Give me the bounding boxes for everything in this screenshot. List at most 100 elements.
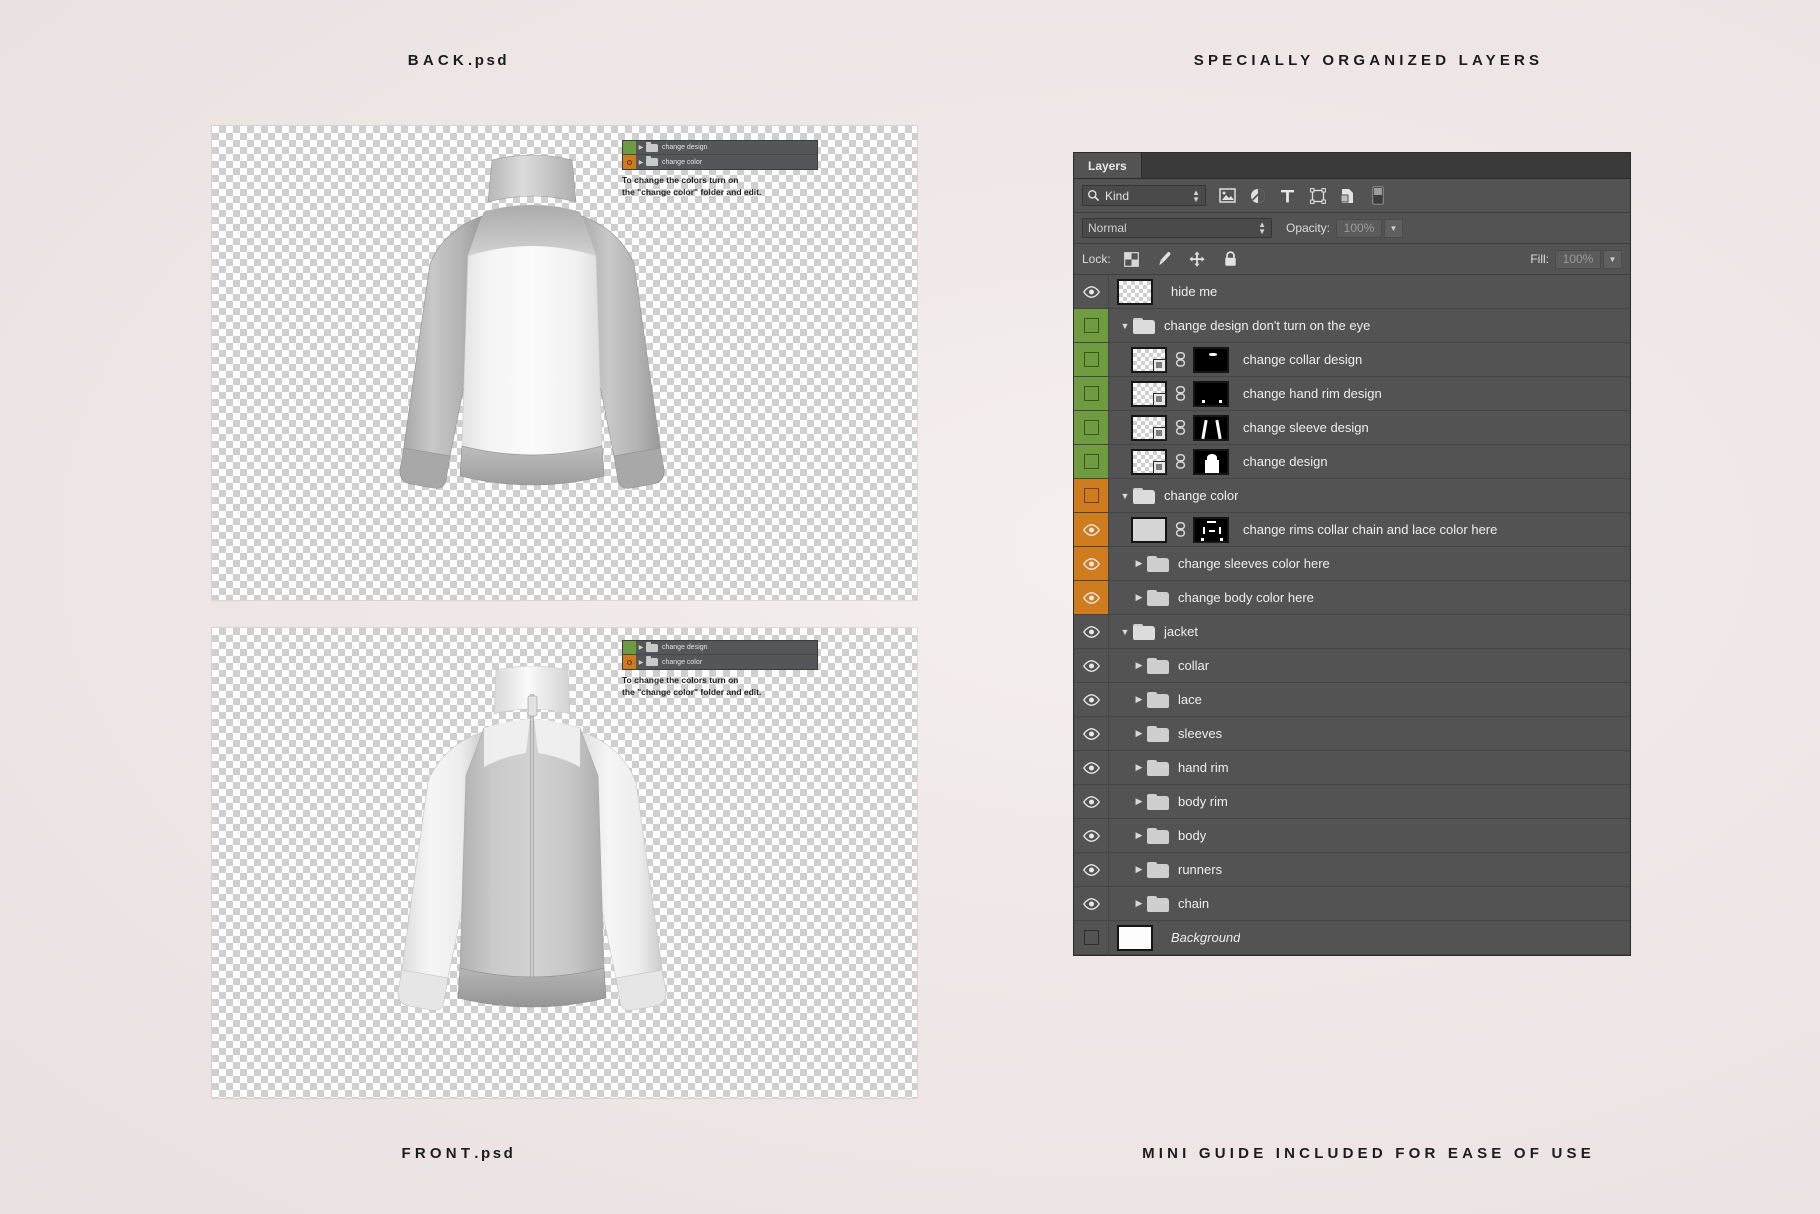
chevron-right-icon[interactable]: ▶ <box>1131 660 1147 671</box>
layer-row[interactable]: ▶body <box>1074 819 1630 853</box>
blend-mode-select[interactable]: Normal ▲▼ <box>1082 218 1272 238</box>
layer-visibility-toggle[interactable] <box>1074 445 1109 478</box>
eye-icon[interactable] <box>627 160 632 165</box>
filter-kind-select[interactable]: Kind ▲▼ <box>1082 185 1206 206</box>
shape-layer-filter-icon[interactable] <box>1308 186 1327 205</box>
visibility-toggle-empty[interactable] <box>1084 318 1099 333</box>
lock-transparent-pixels-icon[interactable] <box>1123 251 1140 268</box>
link-mask-icon[interactable] <box>1173 420 1187 435</box>
chevron-right-icon[interactable]: ▶ <box>1131 796 1147 807</box>
chevron-down-icon[interactable]: ▼ <box>1117 321 1133 331</box>
layer-visibility-toggle[interactable] <box>1074 411 1109 444</box>
visibility-toggle-empty[interactable] <box>1084 488 1099 503</box>
eye-icon[interactable] <box>1083 558 1100 570</box>
layer-row[interactable]: ▼change color <box>1074 479 1630 513</box>
layer-thumbnail[interactable] <box>1131 381 1167 407</box>
chevron-down-icon[interactable]: ▼ <box>1117 491 1133 501</box>
chevron-right-icon[interactable]: ▶ <box>636 659 646 666</box>
link-mask-icon[interactable] <box>1173 454 1187 469</box>
layer-visibility-toggle[interactable] <box>1074 853 1109 886</box>
visibility-toggle-empty[interactable] <box>1084 454 1099 469</box>
layer-visibility-toggle[interactable] <box>1074 751 1109 784</box>
layer-visibility-toggle[interactable] <box>1074 921 1109 954</box>
mini-guide-row-change-design[interactable]: ▶ change design <box>623 141 817 155</box>
adjustment-layer-filter-icon[interactable] <box>1248 186 1267 205</box>
layer-row[interactable]: change design <box>1074 445 1630 479</box>
layer-visibility-toggle[interactable] <box>1074 683 1109 716</box>
layer-visibility-toggle[interactable] <box>1074 819 1109 852</box>
layer-visibility-toggle[interactable] <box>1074 309 1109 342</box>
mini-guide-row-change-design[interactable]: ▶ change design <box>623 641 817 655</box>
layer-visibility-toggle[interactable] <box>1074 547 1109 580</box>
layer-row[interactable]: ▶collar <box>1074 649 1630 683</box>
tab-layers[interactable]: Layers <box>1074 153 1142 178</box>
stepper-icon[interactable]: ▲▼ <box>1192 189 1200 203</box>
layer-visibility-toggle[interactable] <box>1074 343 1109 376</box>
layer-thumbnail[interactable] <box>1131 415 1167 441</box>
opacity-value-field[interactable]: 100% <box>1336 219 1382 238</box>
visibility-toggle-empty[interactable] <box>1084 352 1099 367</box>
layer-visibility-toggle[interactable] <box>1074 615 1109 648</box>
layer-row[interactable]: ▶chain <box>1074 887 1630 921</box>
eye-icon[interactable] <box>1083 728 1100 740</box>
eye-icon[interactable] <box>627 660 632 665</box>
stepper-icon[interactable]: ▲▼ <box>1258 221 1266 235</box>
layer-row[interactable]: ▶lace <box>1074 683 1630 717</box>
layer-thumbnail[interactable] <box>1117 925 1153 951</box>
layer-mask-thumbnail[interactable] <box>1193 381 1229 407</box>
eye-icon[interactable] <box>1083 830 1100 842</box>
layer-row[interactable]: ▶change body color here <box>1074 581 1630 615</box>
chevron-right-icon[interactable]: ▶ <box>1131 898 1147 909</box>
link-mask-icon[interactable] <box>1173 386 1187 401</box>
layer-visibility-toggle[interactable] <box>1074 275 1109 308</box>
chevron-right-icon[interactable]: ▶ <box>1131 830 1147 841</box>
type-layer-filter-icon[interactable] <box>1278 186 1297 205</box>
eye-icon[interactable] <box>1083 864 1100 876</box>
layer-visibility-toggle[interactable] <box>1074 785 1109 818</box>
lock-image-pixels-icon[interactable] <box>1156 251 1173 268</box>
layer-row[interactable]: ▶runners <box>1074 853 1630 887</box>
eye-icon[interactable] <box>1083 762 1100 774</box>
layer-row[interactable]: ▶hand rim <box>1074 751 1630 785</box>
fill-dropdown-icon[interactable]: ▼ <box>1603 250 1622 269</box>
opacity-dropdown-icon[interactable]: ▼ <box>1384 219 1403 238</box>
layer-visibility-toggle[interactable] <box>1074 377 1109 410</box>
layer-thumbnail[interactable] <box>1117 279 1153 305</box>
layer-row[interactable]: Background <box>1074 921 1630 955</box>
chevron-right-icon[interactable]: ▶ <box>1131 864 1147 875</box>
layer-row[interactable]: ▶change sleeves color here <box>1074 547 1630 581</box>
eye-icon[interactable] <box>1083 898 1100 910</box>
chevron-right-icon[interactable]: ▶ <box>636 144 646 151</box>
eye-icon[interactable] <box>1083 592 1100 604</box>
layer-visibility-toggle[interactable] <box>1074 649 1109 682</box>
layer-row[interactable]: ▶sleeves <box>1074 717 1630 751</box>
layer-visibility-toggle[interactable] <box>1074 479 1109 512</box>
visibility-toggle-empty[interactable] <box>1084 386 1099 401</box>
layer-thumbnail[interactable] <box>1131 517 1167 543</box>
visibility-toggle-empty[interactable] <box>1084 420 1099 435</box>
mini-guide-row-change-color[interactable]: ▶ change color <box>623 655 817 669</box>
layer-mask-thumbnail[interactable] <box>1193 449 1229 475</box>
layer-row[interactable]: change sleeve design <box>1074 411 1630 445</box>
layer-row[interactable]: ▼jacket <box>1074 615 1630 649</box>
chevron-right-icon[interactable]: ▶ <box>1131 694 1147 705</box>
eye-icon[interactable] <box>1083 524 1100 536</box>
layer-mask-thumbnail[interactable] <box>1193 347 1229 373</box>
layer-thumbnail[interactable] <box>1131 449 1167 475</box>
mini-guide-row-change-color[interactable]: ▶ change color <box>623 155 817 169</box>
layer-visibility-toggle[interactable] <box>1074 581 1109 614</box>
layer-row[interactable]: change collar design <box>1074 343 1630 377</box>
link-mask-icon[interactable] <box>1173 352 1187 367</box>
pixel-layer-filter-icon[interactable] <box>1218 186 1237 205</box>
layer-row[interactable]: ▼change design don't turn on the eye <box>1074 309 1630 343</box>
chevron-right-icon[interactable]: ▶ <box>636 644 646 651</box>
layer-visibility-toggle[interactable] <box>1074 887 1109 920</box>
visibility-toggle-empty[interactable] <box>1084 930 1099 945</box>
smart-object-filter-icon[interactable] <box>1338 186 1357 205</box>
eye-icon[interactable] <box>1083 660 1100 672</box>
eye-icon[interactable] <box>1083 694 1100 706</box>
eye-icon[interactable] <box>1083 626 1100 638</box>
layer-row[interactable]: change hand rim design <box>1074 377 1630 411</box>
layer-row[interactable]: hide me <box>1074 275 1630 309</box>
layer-visibility-toggle[interactable] <box>1074 513 1109 546</box>
